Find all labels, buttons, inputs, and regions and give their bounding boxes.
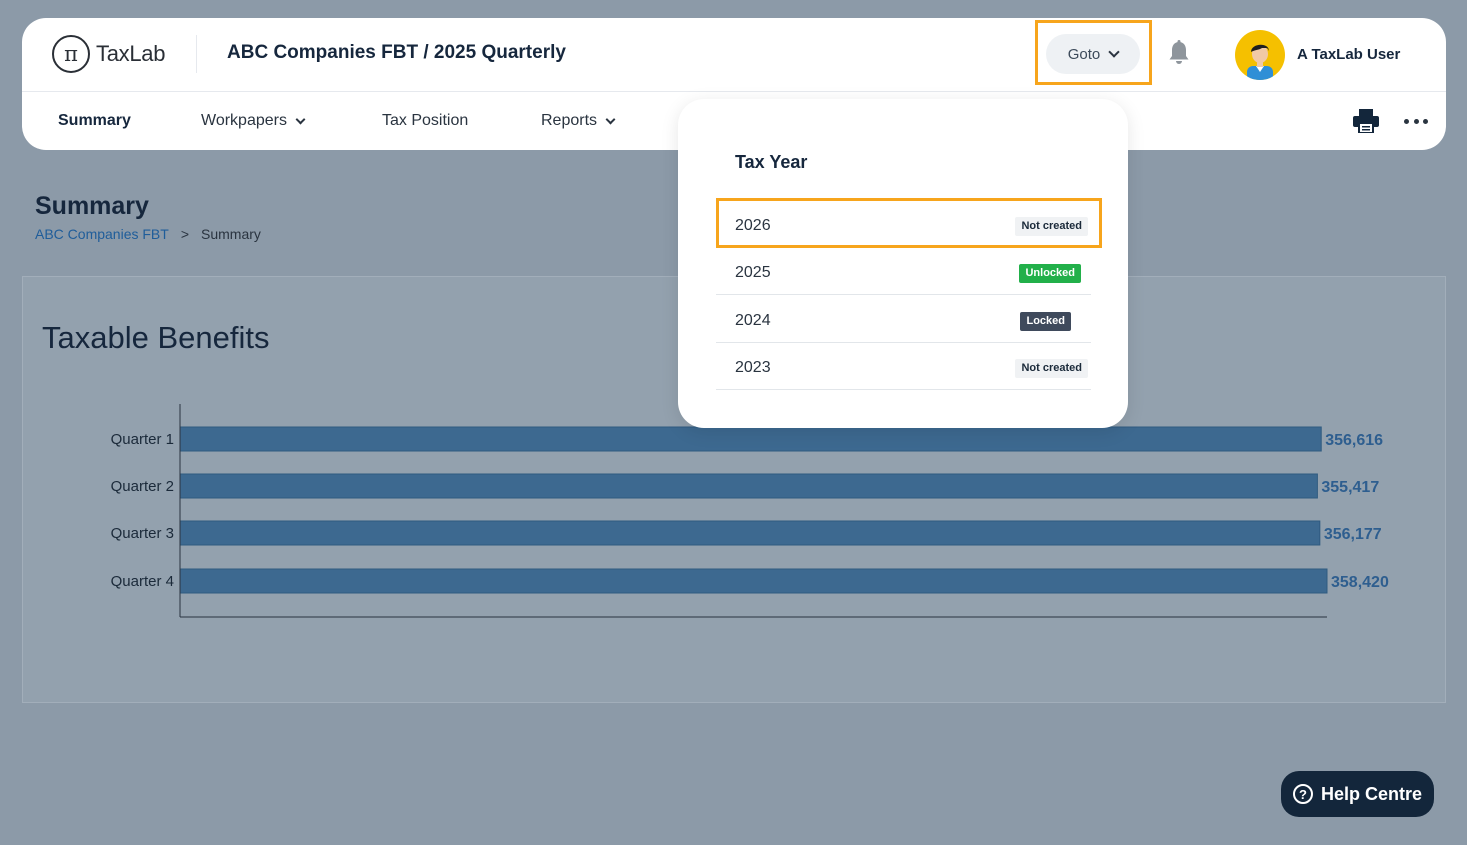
nav-item-label: Workpapers xyxy=(201,112,287,129)
more-options-icon[interactable] xyxy=(1404,111,1428,131)
logo-text: TaxLab xyxy=(96,41,166,66)
chart-bar xyxy=(179,568,1328,594)
category-label: Quarter 1 xyxy=(111,431,174,448)
nav-item-label: Summary xyxy=(58,112,131,129)
category-label: Quarter 4 xyxy=(111,573,174,590)
goto-label: Goto xyxy=(1067,45,1101,63)
year-label: 2023 xyxy=(735,359,771,376)
nav-item-reports[interactable]: Reports xyxy=(541,112,616,130)
printer-icon[interactable] xyxy=(1353,109,1379,133)
year-label: 2025 xyxy=(735,264,771,281)
nav-item-label: Tax Position xyxy=(382,112,469,129)
chevron-down-icon xyxy=(605,114,616,124)
page-title: ABC Companies FBT / 2025 Quarterly xyxy=(227,42,566,63)
year-label: 2024 xyxy=(735,312,771,329)
chevron-down-icon xyxy=(295,114,306,124)
nav-item-label: Reports xyxy=(541,112,598,129)
nav-item-workpapers[interactable]: Workpapers xyxy=(201,112,306,130)
summary-heading: Summary xyxy=(35,192,149,220)
chart-bar xyxy=(179,520,1321,546)
dropdown-title: Tax Year xyxy=(735,152,808,172)
value-label: 355,417 xyxy=(1321,479,1379,496)
year-highlight-box xyxy=(716,198,1102,248)
user-avatar-icon xyxy=(1247,44,1273,80)
breadcrumb-link[interactable]: ABC Companies FBT xyxy=(35,226,169,242)
pi-logo-icon: π xyxy=(52,35,90,73)
value-label: 356,177 xyxy=(1324,526,1382,543)
help-centre-button[interactable]: ? Help Centre xyxy=(1281,771,1434,817)
chart-bar xyxy=(179,473,1318,499)
breadcrumb-current: Summary xyxy=(201,226,261,242)
help-centre-label: Help Centre xyxy=(1320,783,1423,804)
goto-button[interactable]: Goto xyxy=(1046,34,1140,74)
header-divider xyxy=(196,35,197,73)
user-name[interactable]: A TaxLab User xyxy=(1297,46,1400,63)
value-label: 358,420 xyxy=(1331,574,1389,591)
status-badge: Unlocked xyxy=(1019,264,1081,283)
status-badge: Not created xyxy=(1015,359,1088,378)
avatar[interactable] xyxy=(1235,30,1285,80)
top-bar: π TaxLab ABC Companies FBT / 2025 Quarte… xyxy=(22,18,1446,92)
question-circle-icon: ? xyxy=(1292,784,1313,804)
year-option-2023[interactable]: 2023 Not created xyxy=(716,343,1091,390)
breadcrumb-separator: > xyxy=(180,226,190,242)
breadcrumb: ABC Companies FBT > Summary xyxy=(35,226,261,242)
bell-icon[interactable] xyxy=(1168,40,1190,66)
nav-item-tax-position[interactable]: Tax Position xyxy=(382,112,468,130)
category-label: Quarter 2 xyxy=(111,478,174,495)
chevron-down-icon xyxy=(1108,46,1120,58)
year-option-2024[interactable]: 2024 Locked xyxy=(716,296,1091,343)
nav-item-summary[interactable]: Summary xyxy=(58,112,131,130)
chart-bar xyxy=(179,426,1322,452)
category-label: Quarter 3 xyxy=(111,525,174,542)
year-option-2025[interactable]: 2025 Unlocked xyxy=(716,248,1091,295)
value-label: 356,616 xyxy=(1325,432,1383,449)
taxlab-logo[interactable]: π TaxLab xyxy=(52,34,165,74)
status-badge: Locked xyxy=(1020,312,1071,331)
tax-year-dropdown: Tax Year 2026 Not created 2025 Unlocked … xyxy=(678,99,1128,428)
